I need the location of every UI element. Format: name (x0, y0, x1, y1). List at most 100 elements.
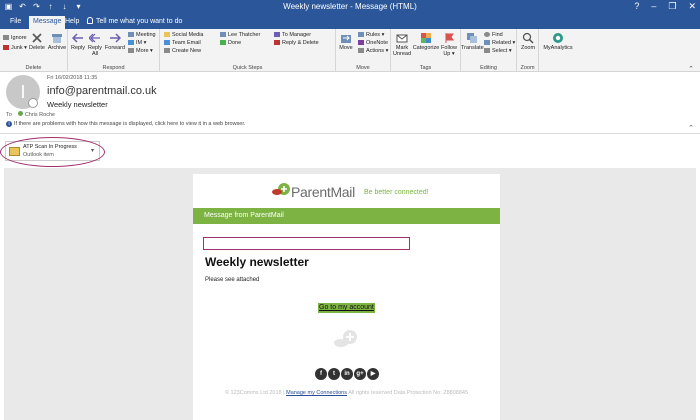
go-to-account-link[interactable]: Go to my account (318, 303, 375, 313)
quick-step-create-new[interactable]: Create New (164, 48, 201, 54)
to-label: To (6, 112, 12, 118)
recipient-status-icon (17, 111, 23, 116)
footer-copyright: © 123Comms Ltd 2018 | (224, 390, 285, 396)
annotation-circle (0, 137, 105, 167)
ribbon-tabs: File Message Help Tell me what you want … (0, 14, 700, 29)
info-bar[interactable]: i If there are problems with how this mes… (6, 121, 245, 127)
google-plus-icon[interactable]: g+ (354, 368, 366, 380)
onenote-button[interactable]: OneNote (358, 40, 388, 47)
email-body-text: Please see attached (205, 277, 260, 283)
reply-button[interactable]: Reply (70, 32, 86, 51)
parentmail-logo-icon (272, 183, 290, 195)
minimize-button[interactable]: – (651, 1, 656, 12)
ribbon-display-icon[interactable]: ? (634, 1, 639, 12)
actions-button[interactable]: Actions ▾ (358, 48, 388, 55)
facebook-icon[interactable]: f (315, 368, 327, 380)
translate-button[interactable]: Translate (461, 32, 484, 51)
ignore-icon (3, 35, 9, 40)
twitter-icon[interactable]: t (328, 368, 340, 380)
group-move: Move Rules ▾ OneNote Actions ▾ Move (336, 29, 391, 72)
group-respond: Reply Reply All Forward Meeting IM ▾ Mor… (68, 29, 160, 72)
quick-step-to-manager[interactable]: To Manager (274, 32, 311, 38)
footer-rights: All rights reserved Data Protection No: … (348, 390, 469, 396)
quick-step-label: Team Email (172, 40, 201, 46)
myanalytics-button[interactable]: MyAnalytics (540, 32, 576, 51)
analytics-icon (553, 33, 563, 43)
categorize-label: Categorize (412, 45, 440, 51)
delete-label: Delete (29, 45, 45, 51)
find-button[interactable]: Find (484, 32, 503, 39)
myanalytics-label: MyAnalytics (543, 45, 573, 51)
forward-button[interactable]: Forward (104, 32, 126, 51)
rules-button[interactable]: Rules ▾ (358, 32, 384, 39)
im-button[interactable]: IM ▾ (128, 40, 146, 47)
select-label: Select ▾ (492, 48, 512, 54)
delete-button[interactable]: Delete (28, 32, 46, 51)
quick-step-done[interactable]: Done (220, 40, 241, 46)
restore-button[interactable]: ❐ (668, 1, 676, 12)
tell-me-search[interactable]: Tell me what you want to do (87, 17, 182, 25)
follow-up-button[interactable]: Follow Up ▾ (440, 32, 458, 57)
actions-icon (358, 48, 364, 53)
quick-step-team-email[interactable]: Team Email (164, 40, 201, 46)
group-delete: Ignore Junk ▾ Delete Archive Delete (0, 29, 68, 72)
onenote-icon (358, 40, 364, 45)
quick-step-lee-thatcher[interactable]: Lee Thatcher (220, 32, 260, 38)
ignore-label: Ignore (11, 35, 27, 41)
tab-help[interactable]: Help (61, 16, 83, 29)
actions-label: Actions ▾ (366, 48, 389, 54)
redacted-box (203, 237, 410, 250)
categorize-icon (421, 33, 431, 43)
archive-button[interactable]: Archive (47, 32, 67, 51)
group-label-quick-steps: Quick Steps (232, 65, 263, 71)
reply-all-button[interactable]: Reply All (87, 32, 103, 57)
forward-label: Forward (104, 45, 126, 51)
meeting-label: Meeting (136, 32, 156, 38)
mark-unread-label-2: Unread (392, 51, 412, 57)
archive-label: Archive (47, 45, 67, 51)
logo-text: ParentMail (291, 184, 355, 200)
zoom-label: Zoom (520, 45, 536, 51)
categorize-button[interactable]: Categorize (412, 32, 440, 51)
ignore-button[interactable]: Ignore (3, 35, 27, 42)
collapse-header-icon[interactable]: ⌃ (688, 124, 694, 132)
quick-step-reply-delete[interactable]: Reply & Delete (274, 40, 319, 46)
reply-delete-icon (274, 40, 280, 45)
close-button[interactable]: ✕ (688, 1, 696, 12)
magnifier-icon (522, 32, 534, 44)
zoom-button[interactable]: Zoom (518, 32, 538, 51)
find-label: Find (492, 32, 503, 38)
tab-message[interactable]: Message (29, 16, 66, 29)
email-heading: Weekly newsletter (205, 255, 309, 269)
related-button[interactable]: Related ▾ (484, 40, 515, 47)
mail-icon (220, 32, 226, 37)
move-button[interactable]: Move (338, 32, 354, 51)
sender-address[interactable]: info@parentmail.co.uk (47, 85, 157, 97)
youtube-icon[interactable]: ▶ (367, 368, 379, 380)
check-icon (220, 40, 226, 45)
select-button[interactable]: Select ▾ (484, 48, 512, 55)
linkedin-icon[interactable]: in (341, 368, 353, 380)
junk-button[interactable]: Junk ▾ (3, 45, 27, 52)
find-icon (484, 32, 490, 37)
group-label-respond: Respond (102, 65, 125, 71)
forward-icon (274, 32, 280, 37)
quick-step-label: To Manager (282, 32, 312, 38)
group-editing: Translate Find Related ▾ Select ▾ Editin… (461, 29, 517, 72)
manage-connections-link[interactable]: Manage my Connections (286, 390, 347, 396)
tab-file[interactable]: File (6, 16, 25, 29)
mark-unread-button[interactable]: Mark Unread (392, 32, 412, 57)
related-label: Related ▾ (492, 40, 516, 46)
parentmail-logo: ParentMail Be better connected! (193, 181, 500, 201)
junk-icon (3, 45, 9, 50)
title-bar: ▣ ↶ ↷ ↑ ↓ ▾ Weekly newsletter - Message … (0, 0, 700, 14)
recipient-name[interactable]: Chris Roche (25, 112, 55, 118)
email-card: ParentMail Be better connected! Message … (193, 174, 500, 420)
reply-label: Reply (70, 45, 86, 51)
social-links: f t in g+ ▶ (315, 368, 379, 380)
meeting-button[interactable]: Meeting (128, 32, 156, 39)
more-icon (128, 48, 134, 53)
quick-step-social-media[interactable]: Social Media (164, 32, 204, 38)
archive-icon (52, 34, 62, 43)
more-respond-button[interactable]: More ▾ (128, 48, 153, 55)
